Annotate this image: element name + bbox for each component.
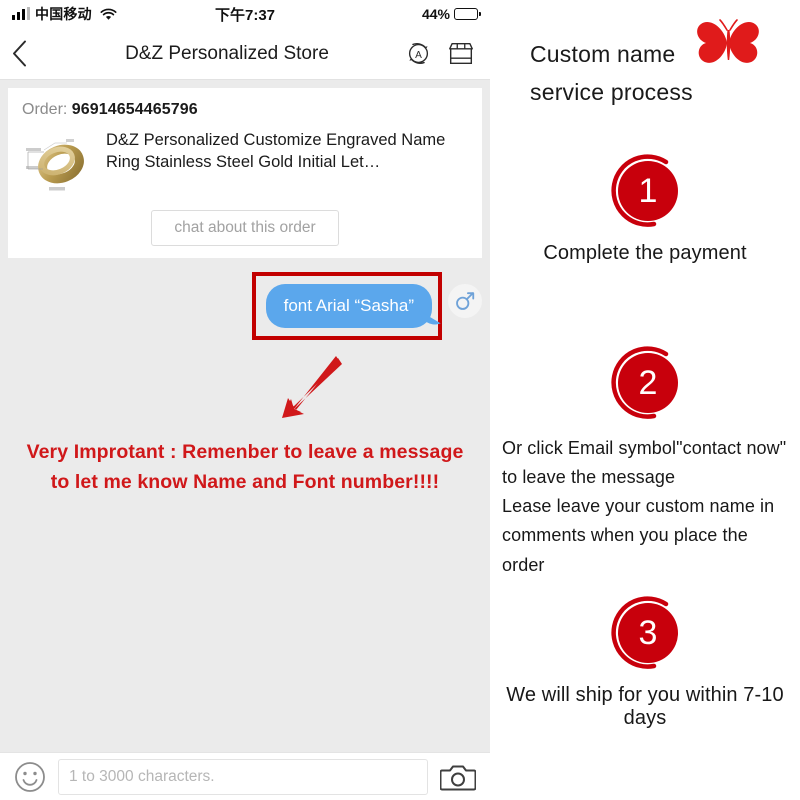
step-caption-3: We will ship for you within 7-10 days xyxy=(506,684,784,729)
battery-icon xyxy=(454,8,481,20)
screenshot-root: 中国移动 下午7:37 44% D&Z Personalized Store A… xyxy=(0,0,800,800)
step-badge-1: 1 xyxy=(602,148,688,234)
step-number-1: 1 xyxy=(618,161,678,221)
service-process-panel: Custom name service process 1 Complete t… xyxy=(490,0,800,800)
process-step-1: 1 Complete the payment xyxy=(490,148,800,265)
back-button[interactable] xyxy=(12,37,42,71)
highlight-box: font Arial “Sasha” xyxy=(251,272,442,341)
storefront-icon[interactable] xyxy=(446,40,476,67)
phone-chat-panel: 中国移动 下午7:37 44% D&Z Personalized Store A… xyxy=(0,0,490,800)
gold-ring-product-image[interactable] xyxy=(22,128,94,200)
avatar[interactable] xyxy=(448,284,482,318)
message-row: font Arial “Sasha” xyxy=(0,272,490,341)
message-bubble[interactable]: font Arial “Sasha” xyxy=(265,284,432,329)
step-badge-2: 2 xyxy=(602,340,688,426)
battery-percent-label: 44% xyxy=(421,6,450,22)
order-body: D&Z Personalized Customize Engraved Name… xyxy=(22,128,468,200)
male-gender-symbol-icon xyxy=(456,292,475,310)
page-title: D&Z Personalized Store xyxy=(125,42,329,64)
red-arrow-down-left-icon xyxy=(270,352,348,435)
red-butterfly-icon xyxy=(693,16,763,73)
status-bar-left: 中国移动 xyxy=(12,4,117,24)
warning-line-1: Very Improtant : Remenber to leave a mes… xyxy=(26,441,464,463)
warning-line-2: to let me know Name and Font number!!!! xyxy=(50,471,440,494)
step-caption-2: Or click Email symbol"contact now" to le… xyxy=(490,434,800,580)
svg-text:A: A xyxy=(415,50,422,61)
process-step-2: 2 Or click Email symbol"contact now" to … xyxy=(490,340,800,580)
product-title: D&Z Personalized Customize Engraved Name… xyxy=(106,131,446,172)
process-step-3: 3 We will ship for you within 7-10 days xyxy=(490,590,800,730)
step-number-2: 2 xyxy=(618,353,678,413)
chevron-left-icon xyxy=(13,40,26,67)
step-badge-3: 3 xyxy=(602,590,688,676)
order-number-row: Order: 96914654465796 xyxy=(22,101,468,119)
smiley-face-icon[interactable] xyxy=(14,761,46,793)
signal-bars-icon xyxy=(12,7,30,20)
step-caption-1: Complete the payment xyxy=(543,242,747,264)
status-bar: 中国移动 下午7:37 44% xyxy=(0,0,490,28)
order-card[interactable]: Order: 96914654465796 D&Z Personalized C… xyxy=(8,88,482,258)
process-heading: Custom name service process xyxy=(530,41,693,105)
order-number: 96914654465796 xyxy=(71,101,198,118)
message-input-bar xyxy=(0,752,490,800)
chat-about-order-button[interactable]: chat about this order xyxy=(151,210,339,246)
step-number-3: 3 xyxy=(618,603,678,663)
step-2-line-2: Lease leave your custom name in comments… xyxy=(502,496,775,575)
camera-icon[interactable] xyxy=(440,762,476,792)
carrier-label: 中国移动 xyxy=(35,6,92,22)
nav-actions: A xyxy=(405,40,476,67)
message-input[interactable] xyxy=(58,758,428,795)
nav-bar: D&Z Personalized Store A xyxy=(0,28,490,80)
wifi-icon xyxy=(100,8,117,21)
status-bar-right: 44% xyxy=(421,6,481,22)
order-label: Order: xyxy=(22,101,72,118)
auto-translate-icon[interactable]: A xyxy=(405,40,432,67)
step-2-line-1: Or click Email symbol"contact now" to le… xyxy=(502,438,787,488)
warning-message: Very Improtant : Remenber to leave a mes… xyxy=(0,437,490,497)
